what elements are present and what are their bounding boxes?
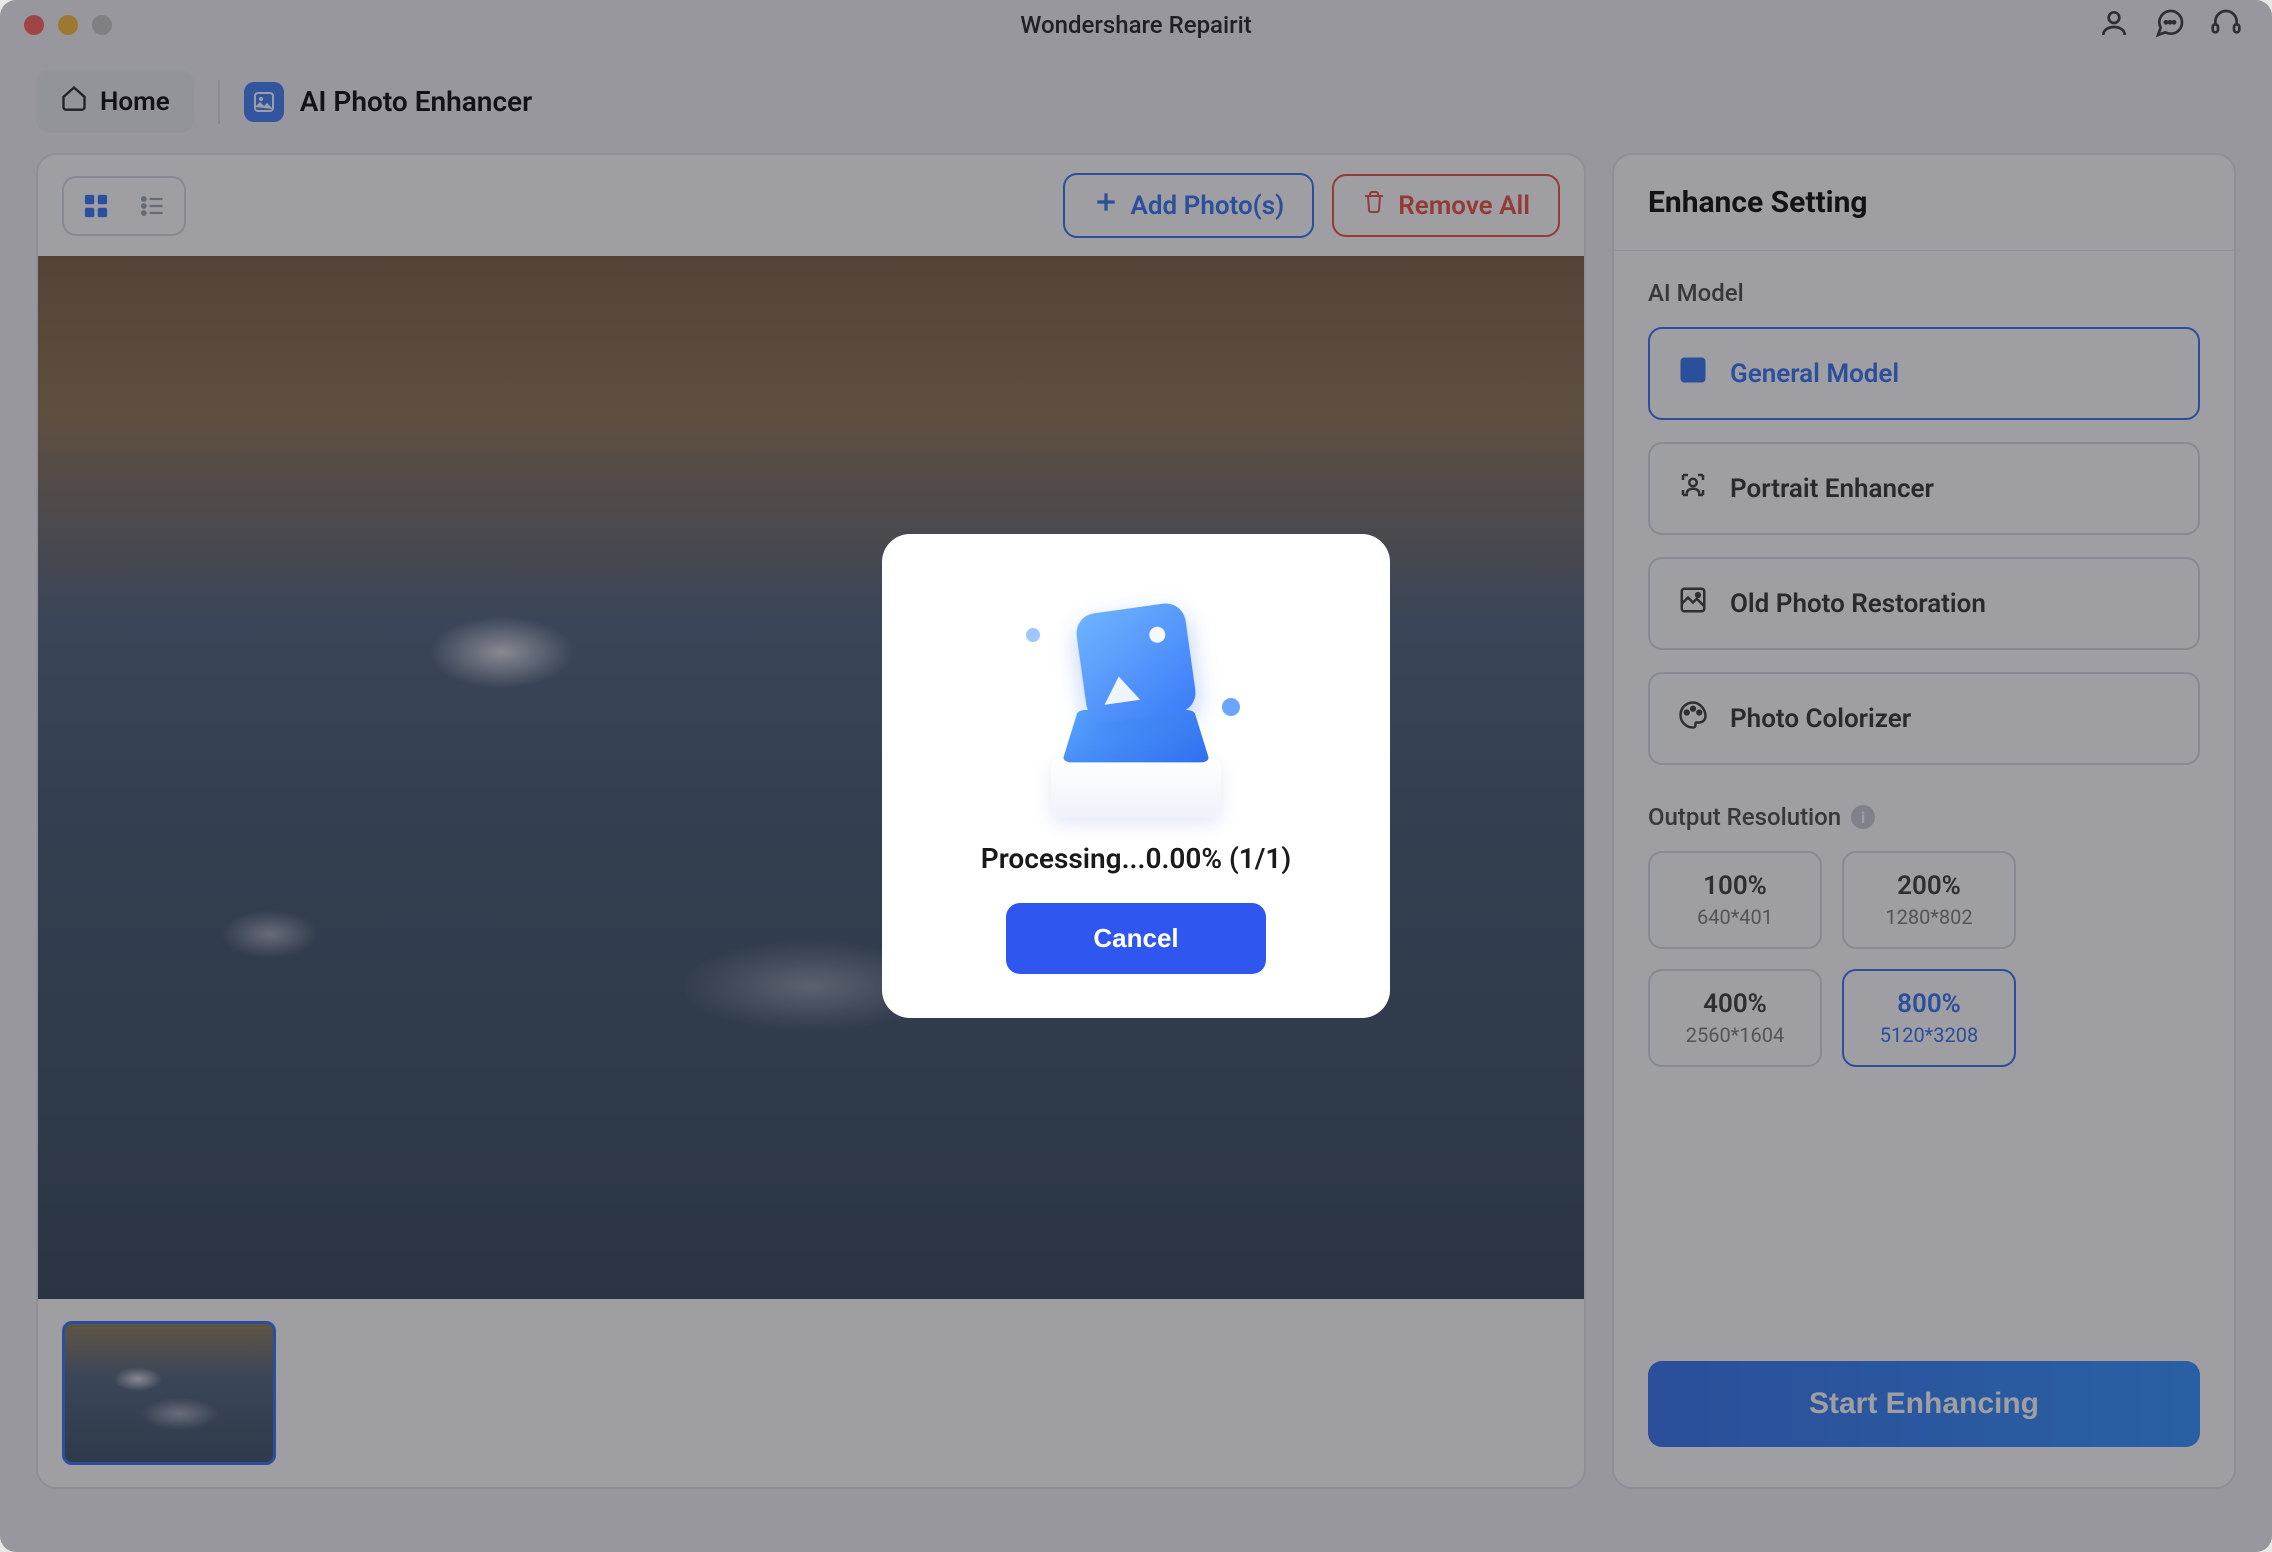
processing-modal: Processing...0.00% (1/1) Cancel (882, 534, 1390, 1018)
processing-status: Processing...0.00% (1/1) (981, 842, 1291, 875)
processing-illustration (986, 578, 1286, 838)
app-window: Wondershare Repairit Home AI Photo E (0, 0, 2272, 1552)
modal-overlay: Processing...0.00% (1/1) Cancel (0, 0, 2272, 1552)
cancel-button[interactable]: Cancel (1006, 903, 1266, 974)
